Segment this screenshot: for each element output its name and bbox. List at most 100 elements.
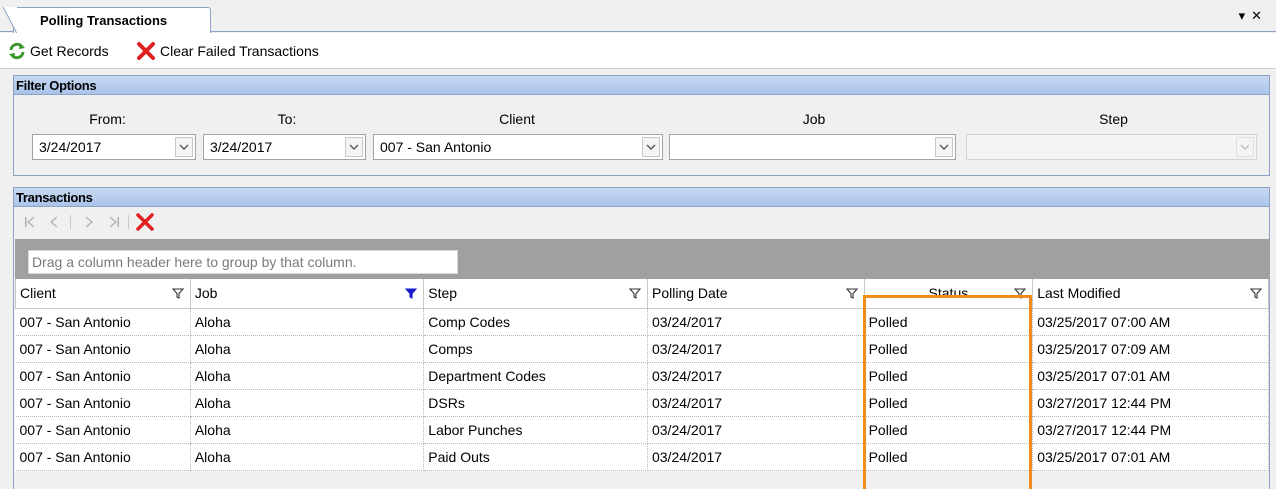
cell-step: Paid Outs	[423, 443, 648, 471]
first-record-icon[interactable]	[24, 216, 36, 228]
cell-job: Aloha	[190, 308, 425, 336]
filter-active-icon[interactable]	[405, 288, 418, 299]
chevron-down-icon[interactable]	[175, 137, 193, 157]
get-records-button[interactable]: Get Records	[8, 42, 109, 60]
from-date-value: 3/24/2017	[39, 139, 102, 155]
column-header-client[interactable]: Client	[15, 279, 191, 309]
job-select[interactable]	[669, 134, 956, 160]
group-by-hint: Drag a column header here to group by th…	[28, 250, 458, 274]
to-label: To:	[277, 111, 297, 127]
cell-polling-date: 03/24/2017	[647, 335, 865, 363]
filter-icon[interactable]	[171, 288, 184, 299]
tab-controls: ▾✕	[1239, 8, 1268, 24]
cell-client: 007 - San Antonio	[15, 416, 191, 444]
cell-client: 007 - San Antonio	[15, 443, 191, 471]
filter-icon[interactable]	[1014, 288, 1027, 299]
clear-failed-transactions-button[interactable]: Clear Failed Transactions	[136, 42, 319, 60]
cell-job: Aloha	[190, 443, 425, 471]
from-label: From:	[89, 111, 126, 127]
cell-polling-date: 03/24/2017	[647, 362, 865, 390]
cell-client: 007 - San Antonio	[15, 389, 191, 417]
column-header-step[interactable]: Step	[423, 279, 648, 309]
column-header-job[interactable]: Job	[189, 279, 425, 309]
chevron-down-icon[interactable]	[345, 137, 363, 157]
client-select[interactable]: 007 - San Antonio	[373, 134, 663, 160]
table-row[interactable]: 007 - San Antonio Aloha Labor Punches 03…	[15, 416, 1269, 444]
toolbar: Get Records Clear Failed Transactions	[0, 33, 1276, 69]
cell-status: Polled	[864, 443, 1034, 471]
cell-job: Aloha	[190, 362, 425, 390]
cell-step: Department Codes	[423, 362, 648, 390]
separator	[128, 215, 129, 229]
cell-polling-date: 03/24/2017	[647, 416, 865, 444]
document-tabstrip: Polling Transactions ▾✕	[0, 0, 1276, 34]
grid-header-row: Client Job Step Polling Date Status Last…	[15, 279, 1269, 309]
job-label: Job	[802, 111, 826, 127]
transactions-grid: Client Job Step Polling Date Status Last…	[15, 279, 1269, 471]
cell-last-modified: 03/25/2017 07:01 AM	[1032, 362, 1269, 390]
cell-job: Aloha	[190, 416, 425, 444]
cell-client: 007 - San Antonio	[15, 362, 191, 390]
cell-status: Polled	[864, 335, 1034, 363]
table-row[interactable]: 007 - San Antonio Aloha Comp Codes 03/24…	[15, 308, 1269, 336]
delete-record-icon[interactable]	[135, 212, 155, 232]
table-row[interactable]: 007 - San Antonio Aloha Comps 03/24/2017…	[15, 335, 1269, 363]
client-select-value: 007 - San Antonio	[380, 139, 492, 155]
table-row[interactable]: 007 - San Antonio Aloha Department Codes…	[15, 362, 1269, 390]
cell-step: DSRs	[423, 389, 648, 417]
next-record-icon[interactable]	[84, 216, 94, 228]
column-header-status[interactable]: Status	[863, 279, 1034, 309]
previous-record-icon[interactable]	[49, 216, 59, 228]
cell-status: Polled	[864, 416, 1034, 444]
cell-last-modified: 03/25/2017 07:00 AM	[1032, 308, 1269, 336]
table-row[interactable]: 007 - San Antonio Aloha Paid Outs 03/24/…	[15, 443, 1269, 471]
cell-last-modified: 03/27/2017 12:44 PM	[1032, 389, 1269, 417]
to-date-value: 3/24/2017	[210, 139, 273, 155]
filter-options-header: Filter Options	[14, 76, 1269, 95]
refresh-icon	[9, 42, 25, 60]
group-by-area[interactable]: Drag a column header here to group by th…	[15, 239, 1270, 279]
cell-last-modified: 03/27/2017 12:44 PM	[1032, 416, 1269, 444]
record-navigator	[14, 207, 1269, 237]
clear-failed-label: Clear Failed Transactions	[160, 43, 319, 59]
cell-step: Comp Codes	[423, 308, 648, 336]
last-record-icon[interactable]	[108, 216, 120, 228]
cell-last-modified: 03/25/2017 07:09 AM	[1032, 335, 1269, 363]
cell-step: Comps	[423, 335, 648, 363]
filter-icon[interactable]	[628, 288, 641, 299]
step-select	[966, 134, 1257, 160]
cell-job: Aloha	[190, 389, 425, 417]
to-date-picker[interactable]: 3/24/2017	[203, 134, 366, 160]
cell-client: 007 - San Antonio	[15, 308, 191, 336]
pin-dropdown-icon[interactable]: ▾	[1239, 8, 1252, 23]
filter-options-panel: Filter Options From: To: Client Job Step…	[13, 75, 1270, 176]
cell-status: Polled	[864, 308, 1034, 336]
client-label: Client	[499, 111, 535, 127]
close-icon[interactable]: ✕	[1251, 8, 1268, 23]
cell-job: Aloha	[190, 335, 425, 363]
separator	[70, 215, 71, 229]
filter-icon[interactable]	[1250, 288, 1262, 299]
table-row[interactable]: 007 - San Antonio Aloha DSRs 03/24/2017 …	[15, 389, 1269, 417]
column-header-last-modified[interactable]: Last Modified	[1032, 279, 1269, 309]
cell-status: Polled	[864, 389, 1034, 417]
from-date-picker[interactable]: 3/24/2017	[32, 134, 196, 160]
cell-last-modified: 03/25/2017 07:01 AM	[1032, 443, 1269, 471]
get-records-label: Get Records	[30, 43, 109, 59]
cell-polling-date: 03/24/2017	[647, 389, 865, 417]
tab-title: Polling Transactions	[40, 13, 168, 28]
step-label: Step	[1099, 111, 1128, 127]
chevron-down-icon[interactable]	[935, 137, 953, 157]
cell-polling-date: 03/24/2017	[647, 308, 865, 336]
cell-polling-date: 03/24/2017	[647, 443, 865, 471]
column-header-polling-date[interactable]: Polling Date	[646, 279, 865, 309]
cell-client: 007 - San Antonio	[15, 335, 191, 363]
transactions-header: Transactions	[14, 188, 1269, 207]
chevron-down-icon[interactable]	[642, 137, 660, 157]
chevron-down-icon	[1236, 137, 1254, 157]
cell-step: Labor Punches	[423, 416, 648, 444]
red-x-icon	[137, 42, 155, 60]
tab-polling-transactions[interactable]: Polling Transactions	[3, 7, 211, 34]
transactions-panel: Transactions Drag a column header here t…	[13, 187, 1270, 489]
filter-icon[interactable]	[845, 288, 858, 299]
